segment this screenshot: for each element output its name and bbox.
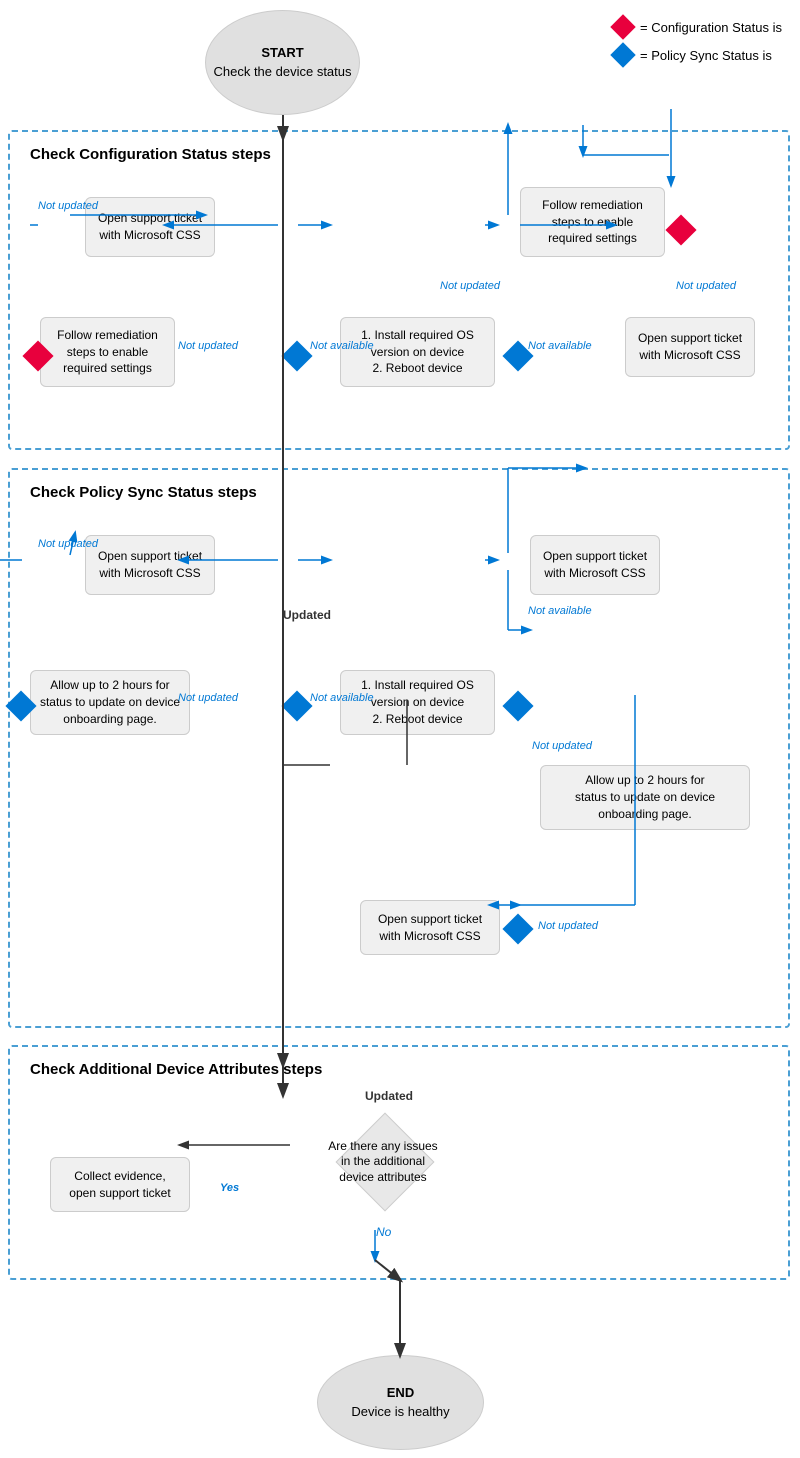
policy-diamond-blue-center-left xyxy=(281,690,312,721)
additional-label-yes: Yes xyxy=(220,1182,239,1194)
end-node: END Device is healthy xyxy=(317,1355,484,1450)
policy-label-not-available-2: Not available xyxy=(528,605,592,617)
legend-config-label: = Configuration Status is xyxy=(640,20,782,35)
policy-open-support-3: Open support ticket with Microsoft CSS xyxy=(360,900,500,955)
policy-label-not-updated-3: Not updated xyxy=(532,740,592,752)
section-additional: Check Additional Device Attributes steps… xyxy=(8,1045,790,1280)
config-open-support-1: Open support ticket with Microsoft CSS xyxy=(85,197,215,257)
config-open-support-2: Open support ticket with Microsoft CSS xyxy=(625,317,755,377)
section-additional-title: Check Additional Device Attributes steps xyxy=(20,1055,332,1084)
end-line1: END xyxy=(351,1384,449,1402)
additional-diamond-label: Are there any issues in the additional d… xyxy=(303,1127,463,1197)
config-label-not-updated-4: Not updated xyxy=(676,280,736,292)
start-node: START Check the device status xyxy=(205,10,360,115)
policy-open-support-2: Open support ticket with Microsoft CSS xyxy=(530,535,660,595)
config-follow-remediation-1: Follow remediation steps to enable requi… xyxy=(40,317,175,387)
legend: = Configuration Status is = Policy Sync … xyxy=(614,18,782,64)
config-label-not-updated-3: Not updated xyxy=(440,280,500,292)
red-diamond-icon xyxy=(610,14,635,39)
additional-updated-label: Updated xyxy=(365,1089,413,1103)
start-line2: Check the device status xyxy=(213,63,351,81)
section-policy: Check Policy Sync Status steps Open supp… xyxy=(8,468,790,1028)
config-label-not-available-1: Not available xyxy=(310,340,374,352)
start-line1: START xyxy=(213,44,351,62)
policy-label-not-updated-2: Not updated xyxy=(178,692,238,704)
config-follow-remediation-2: Follow remediation steps to enable requi… xyxy=(520,187,665,257)
additional-collect: Collect evidence, open support ticket xyxy=(50,1157,190,1212)
additional-label-no: No xyxy=(376,1225,391,1239)
legend-policy-label: = Policy Sync Status is xyxy=(640,48,772,63)
section-config: Check Configuration Status steps Open su… xyxy=(8,130,790,450)
policy-diamond-blue-center-right xyxy=(502,690,533,721)
policy-allow-2hr-2: Allow up to 2 hours for status to update… xyxy=(540,765,750,830)
policy-label-not-updated-1: Not updated xyxy=(38,538,98,550)
legend-config-status: = Configuration Status is xyxy=(614,18,782,36)
legend-policy-status: = Policy Sync Status is xyxy=(614,46,782,64)
policy-updated-label: Updated xyxy=(283,608,331,622)
policy-label-not-updated-4: Not updated xyxy=(538,920,598,932)
end-line2: Device is healthy xyxy=(351,1403,449,1421)
policy-open-support-1: Open support ticket with Microsoft CSS xyxy=(85,535,215,595)
blue-diamond-icon xyxy=(610,42,635,67)
config-diamond-red-top-right xyxy=(665,214,696,245)
config-label-not-updated-1: Not updated xyxy=(38,200,98,212)
policy-label-not-available-1: Not available xyxy=(310,692,374,704)
policy-allow-2hr-1: Allow up to 2 hours for status to update… xyxy=(30,670,190,735)
section-policy-title: Check Policy Sync Status steps xyxy=(20,478,267,507)
config-diamond-blue-center-left xyxy=(281,340,312,371)
section-config-title: Check Configuration Status steps xyxy=(20,140,281,169)
config-label-not-updated-2: Not updated xyxy=(178,340,238,352)
config-install-os: 1. Install required OS version on device… xyxy=(340,317,495,387)
policy-diamond-blue-bottom-right xyxy=(502,913,533,944)
config-label-not-available-2: Not available xyxy=(528,340,592,352)
